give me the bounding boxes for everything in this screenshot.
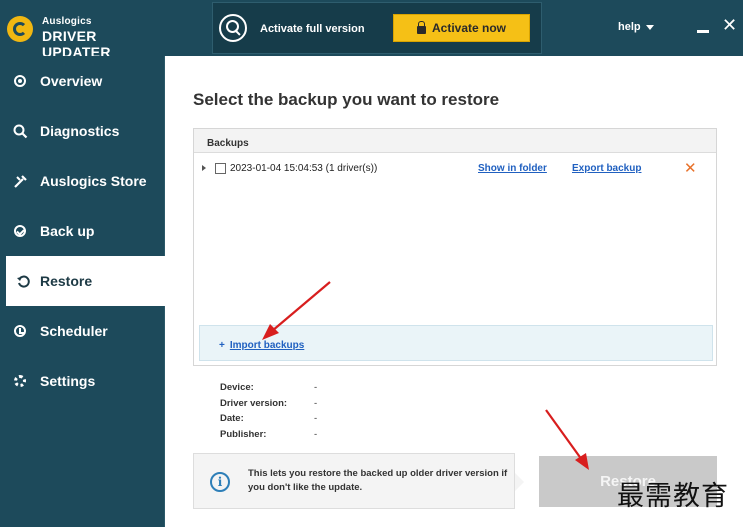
check-circle-icon xyxy=(14,225,26,237)
show-in-folder-link[interactable]: Show in folder xyxy=(478,163,547,174)
key-icon xyxy=(219,14,247,42)
detail-row-driver-version: Driver version: - xyxy=(220,397,318,409)
sidebar: Overview Diagnostics Auslogics Store Bac… xyxy=(0,56,165,527)
detail-row-date: Date: - xyxy=(220,413,318,424)
sidebar-item-overview[interactable]: Overview xyxy=(0,56,165,106)
sidebar-item-label: Auslogics Store xyxy=(40,173,147,189)
overview-icon xyxy=(14,75,26,87)
sidebar-item-diagnostics[interactable]: Diagnostics xyxy=(0,106,165,156)
sidebar-item-scheduler[interactable]: Scheduler xyxy=(0,306,165,356)
minimize-button[interactable] xyxy=(697,30,709,33)
delete-backup-icon[interactable]: ✕ xyxy=(684,159,697,177)
sidebar-item-label: Overview xyxy=(40,73,103,89)
import-backups-label: Import backups xyxy=(229,340,305,351)
watermark-text: 最需教育 xyxy=(617,481,729,512)
activate-now-label: Activate now xyxy=(431,21,506,35)
clock-icon xyxy=(14,325,26,337)
sidebar-item-label: Restore xyxy=(40,273,93,289)
info-text: This lets you restore the backed up olde… xyxy=(248,468,508,493)
backup-label: 2023-01-04 15:04:53 (1 driver(s)) xyxy=(230,163,378,174)
import-backups-link[interactable]: + Import backups xyxy=(219,340,304,351)
close-button[interactable]: ✕ xyxy=(722,16,737,34)
chevron-down-icon xyxy=(645,24,654,30)
title-bar: Auslogics DRIVER UPDATER Activate full v… xyxy=(0,0,743,60)
backup-checkbox[interactable] xyxy=(215,163,226,174)
plus-icon: + xyxy=(219,340,225,351)
import-bar: + Import backups xyxy=(199,325,713,361)
main-panel: Select the backup you want to restore Ba… xyxy=(165,56,743,527)
activate-now-button[interactable]: Activate now xyxy=(393,14,530,42)
detail-row-device: Device: - xyxy=(220,382,318,393)
sidebar-item-back-up[interactable]: Back up xyxy=(0,206,165,256)
help-label: help xyxy=(618,21,641,33)
sidebar-item-label: Scheduler xyxy=(40,323,108,339)
info-box: i This lets you restore the backed up ol… xyxy=(193,453,524,509)
sidebar-item-label: Back up xyxy=(40,223,95,239)
page-title: Select the backup you want to restore xyxy=(193,90,500,109)
sidebar-item-settings[interactable]: Settings xyxy=(0,356,165,406)
brand-name: Auslogics xyxy=(42,16,92,27)
backups-header: Backups xyxy=(194,129,716,153)
backup-details: Device: - Driver version: - Date: - Publish… xyxy=(220,382,340,444)
expand-caret-icon[interactable] xyxy=(202,165,206,171)
export-backup-link[interactable]: Export backup xyxy=(572,163,641,174)
gear-icon xyxy=(14,375,26,387)
help-menu[interactable]: help xyxy=(618,21,654,33)
sidebar-item-auslogics-store[interactable]: Auslogics Store xyxy=(0,156,165,206)
tools-icon xyxy=(13,174,27,188)
sidebar-item-label: Settings xyxy=(40,373,96,389)
activate-panel: Activate full version Activate now xyxy=(212,2,542,54)
activate-full-version-text: Activate full version xyxy=(260,23,365,35)
sidebar-item-label: Diagnostics xyxy=(40,123,120,139)
search-icon xyxy=(13,124,27,138)
backups-list: Backups 2023-01-04 15:04:53 (1 driver(s)… xyxy=(193,128,717,366)
sidebar-item-restore[interactable]: Restore xyxy=(6,256,165,306)
auslogics-logo-icon xyxy=(7,16,33,42)
list-item: 2023-01-04 15:04:53 (1 driver(s)) Show i… xyxy=(202,159,710,177)
lock-icon xyxy=(416,20,426,34)
detail-row-publisher: Publisher: - xyxy=(220,428,318,440)
brand: Auslogics DRIVER UPDATER xyxy=(0,0,165,60)
info-icon: i xyxy=(210,472,230,492)
restore-icon xyxy=(16,275,30,287)
